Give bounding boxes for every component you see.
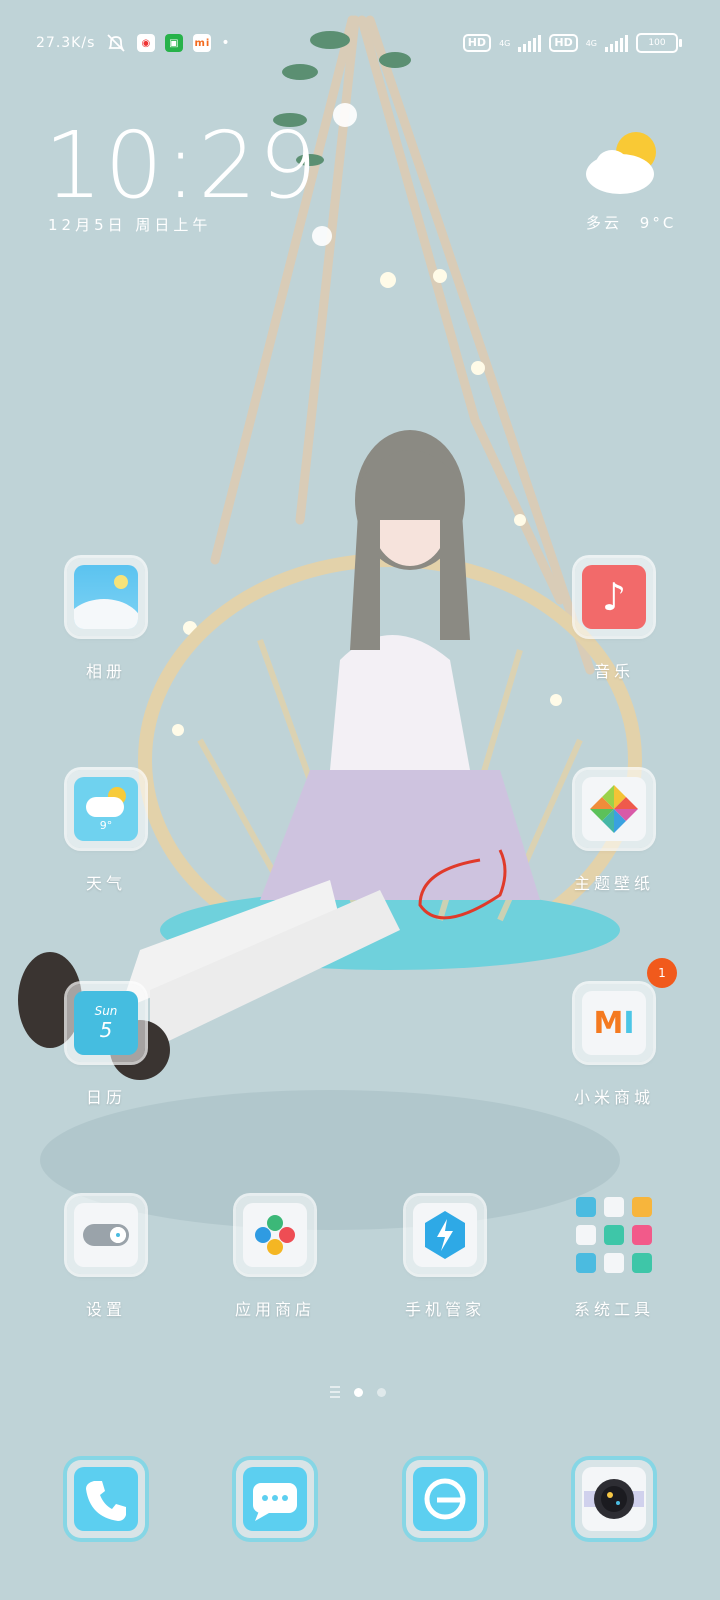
app-store-label: 应用商店 [234,1300,315,1319]
weather-condition: 多云 [586,214,623,232]
weather-label: 天气 [85,874,126,893]
folder-icon [575,1196,653,1274]
weather-app-icon: 9° [67,770,145,848]
video-icon [632,1225,652,1245]
battery-icon: 100 [636,33,682,53]
settings-label: 设置 [85,1300,126,1319]
status-bar-right: HD 4G HD 4G 100 [462,30,682,56]
mi-notification-icon: mi [193,34,212,52]
security-label: 手机管家 [404,1300,485,1319]
terminal-icon [576,1225,596,1245]
camera-icon [575,1460,653,1538]
dock-phone[interactable] [46,1460,166,1538]
calendar-icon: Sun 5 [67,984,145,1062]
network-type: 4G [499,38,511,48]
sim-icon [604,1197,624,1217]
bell-off-icon [107,34,126,52]
code-icon [604,1225,624,1245]
calendar-date: 5 [99,1018,113,1042]
signal-icon-2 [605,34,628,52]
clock-time[interactable]: 10:29 [44,112,319,219]
app-list-icon[interactable] [330,1386,340,1398]
power-icon [604,1253,624,1273]
weather-temperature: 9°C [639,214,677,232]
app-themes[interactable]: 主题壁纸 [554,770,674,894]
photos-label: 相册 [85,662,126,681]
phone-icon [67,1460,145,1538]
dock-camera[interactable] [554,1460,674,1538]
music-label: 音乐 [593,662,634,681]
calendar-weekday: Sun [94,1004,118,1018]
weather-tile-temp: 9° [99,819,113,832]
folder-system-tools[interactable]: 系统工具 [554,1196,674,1320]
page-dot-active[interactable] [354,1387,363,1397]
app-app-store[interactable]: 应用商店 [215,1196,335,1320]
app-mi-store[interactable]: MI 1 小米商城 [554,958,677,1108]
mail-icon [632,1197,652,1217]
contacts-icon [576,1197,596,1217]
messages-icon [236,1460,314,1538]
game-notification-icon: ▣ [165,34,184,52]
mi-store-badge: 1 [647,958,677,988]
app-photos[interactable]: 相册 [46,558,166,682]
music-icon: ♪ [575,558,653,636]
themes-label: 主题壁纸 [573,874,654,893]
page-indicator[interactable] [330,1386,386,1398]
status-bar-left: 27.3K/s ◉ ▣ mi • [36,30,231,56]
app-store-icon [236,1196,314,1274]
themes-icon [575,770,653,848]
app-settings[interactable]: 设置 [46,1196,166,1320]
app-music[interactable]: ♪ 音乐 [554,558,674,682]
dock-browser[interactable] [385,1460,505,1538]
clock-date[interactable]: 12月5日 周日上午 [48,214,211,235]
network-type-2: 4G [585,38,597,48]
browser-icon [406,1460,484,1538]
hd-badge-2: HD [549,34,578,52]
partly-cloudy-icon[interactable] [584,128,664,198]
dock-messages[interactable] [215,1460,335,1538]
app-calendar[interactable]: Sun 5 日历 [46,984,166,1108]
hd-badge: HD [462,34,492,52]
security-icon [406,1196,484,1274]
more-notifications-icon: • [221,35,231,51]
screen-icon [632,1253,652,1273]
qq-notification-icon: ◉ [137,34,156,52]
system-tools-label: 系统工具 [573,1300,654,1319]
photos-icon [67,558,145,636]
app-weather[interactable]: 9° 天气 [46,770,166,894]
signal-icon [518,34,542,52]
network-speed: 27.3K/s [36,35,96,51]
compass-icon [576,1253,596,1273]
weather-summary[interactable]: 多云 9°C [586,212,676,233]
battery-level: 100 [648,38,666,48]
mi-store-label: 小米商城 [573,1088,654,1107]
mi-store-icon: MI 1 [575,958,677,1062]
calendar-label: 日历 [85,1088,126,1107]
settings-icon [67,1196,145,1274]
app-security[interactable]: 手机管家 [385,1196,505,1320]
page-dot[interactable] [377,1387,386,1397]
